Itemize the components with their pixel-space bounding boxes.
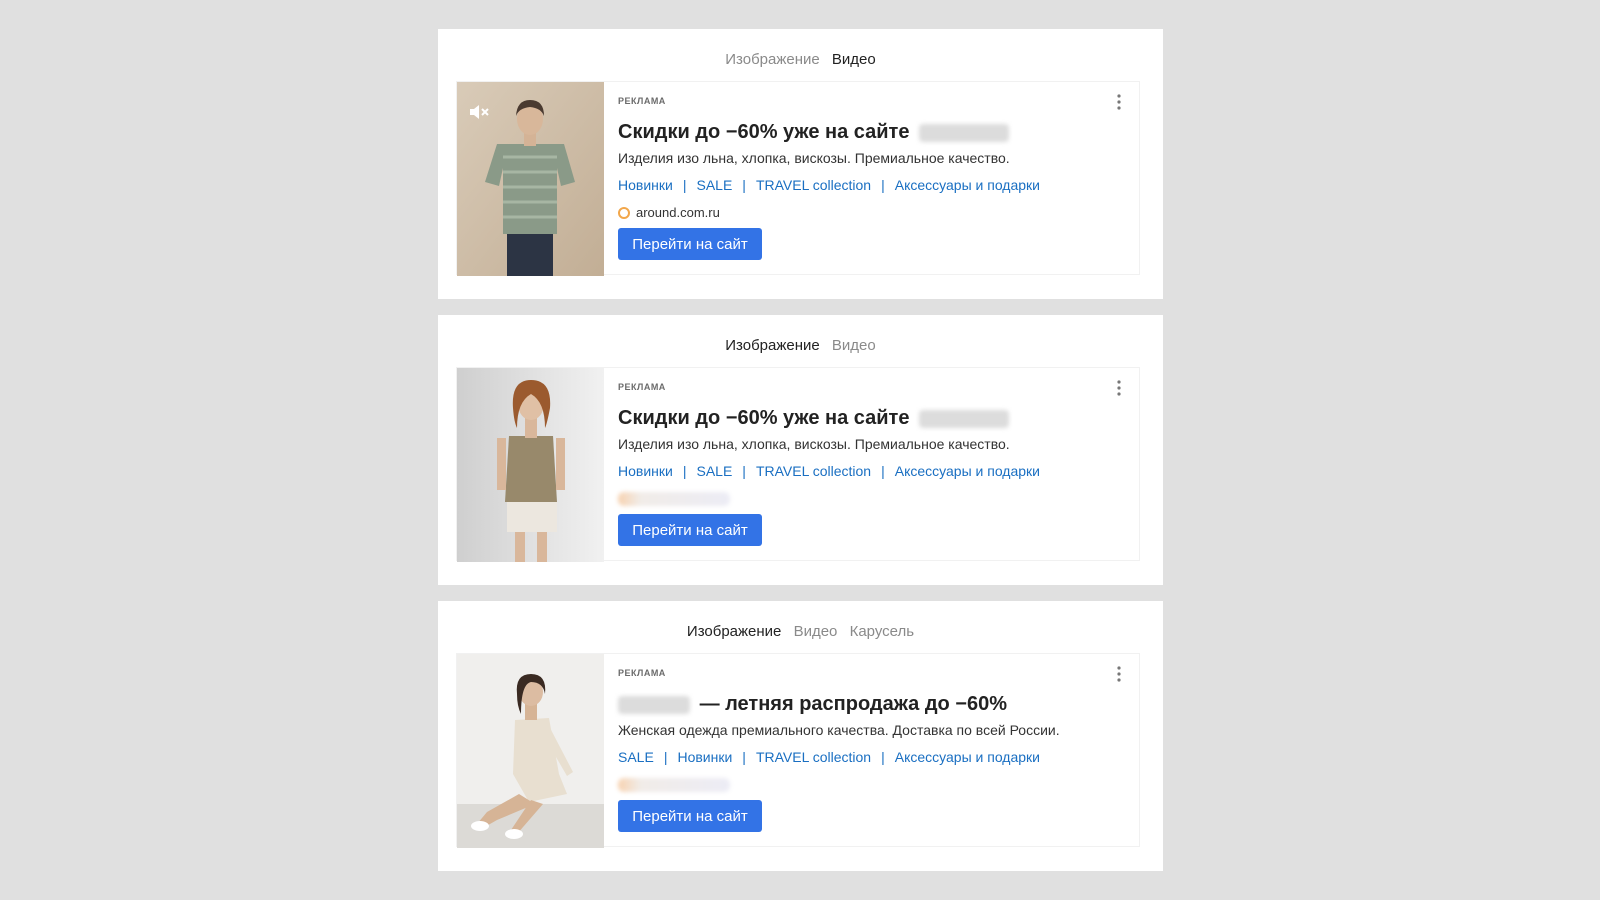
model-photo-sitting (457, 654, 604, 848)
format-tabs: Изображение Видео Карусель (438, 620, 1163, 644)
sitelink-separator: | (663, 749, 668, 765)
format-tabs: Изображение Видео (438, 334, 1163, 358)
tab-video[interactable]: Видео (832, 334, 876, 358)
blurred-brand-name (919, 123, 1010, 142)
go-to-site-button[interactable]: Перейти на сайт (618, 514, 762, 546)
sitelink-separator: | (742, 749, 746, 765)
ad-image[interactable] (457, 654, 604, 848)
sitelink-travel[interactable]: TRAVEL collection (756, 463, 871, 479)
tab-image[interactable]: Изображение (725, 48, 820, 72)
ad-label: РЕКЛАМА (618, 96, 666, 106)
sitelink-sale[interactable]: SALE (618, 749, 654, 765)
sitelink-new[interactable]: Новинки (618, 463, 673, 479)
sitelink-separator: | (881, 463, 885, 479)
sitelinks: Новинки | SALE | TRAVEL collection | Аксессуар… (618, 175, 1040, 195)
ad-label: РЕКЛАМА (618, 668, 666, 678)
format-tabs: Изображение Видео (438, 48, 1163, 72)
sitelink-sale[interactable]: SALE (696, 463, 732, 479)
more-vertical-icon[interactable] (1112, 378, 1126, 398)
ad-headline[interactable]: — летняя распродажа до −60% (618, 691, 1007, 717)
tab-image[interactable]: Изображение (687, 620, 782, 644)
headline-text: Скидки до −60% уже на сайте (618, 121, 910, 143)
tab-video[interactable]: Видео (794, 620, 838, 644)
ad-card: РЕКЛАМА Скидки до −60% уже на сайте Изде… (456, 367, 1140, 562)
headline-text: — летняя распродажа до −60% (699, 693, 1008, 715)
mute-icon[interactable] (467, 100, 491, 124)
more-vertical-icon[interactable] (1112, 92, 1126, 112)
sitelink-travel[interactable]: TRAVEL collection (756, 177, 871, 193)
sitelink-separator: | (682, 177, 687, 193)
ad-content: РЕКЛАМА Скидки до −60% уже на сайте Изде… (618, 82, 1128, 276)
blurred-brand-name (618, 695, 690, 714)
ad-description: Женская одежда премиального качества. До… (618, 722, 1060, 738)
go-to-site-button[interactable]: Перейти на сайт (618, 800, 762, 832)
ad-label: РЕКЛАМА (618, 382, 666, 392)
sitelink-separator: | (682, 463, 687, 479)
tab-video[interactable]: Видео (832, 48, 876, 72)
favicon-icon (618, 207, 630, 219)
ad-description: Изделия изо льна, хлопка, вискозы. Преми… (618, 436, 1010, 452)
sitelink-accessories[interactable]: Аксессуары и подарки (895, 463, 1040, 479)
sitelink-sale[interactable]: SALE (696, 177, 732, 193)
domain-text: around.com.ru (636, 205, 720, 220)
ad-video-thumbnail[interactable] (457, 82, 604, 276)
tab-carousel[interactable]: Карусель (850, 620, 915, 644)
more-vertical-icon[interactable] (1112, 664, 1126, 684)
sitelinks: Новинки | SALE | TRAVEL collection | Аксессуар… (618, 461, 1040, 481)
ad-card: РЕКЛАМА Скидки до −60% уже на сайте Изде… (456, 81, 1140, 276)
blurred-domain[interactable] (618, 492, 730, 506)
sitelink-separator: | (742, 177, 746, 193)
sitelink-separator: | (881, 749, 885, 765)
ad-preview-panel-image-carousel: Изображение Видео Карусель РЕКЛАМА — лет… (438, 601, 1163, 871)
sitelink-new[interactable]: Новинки (618, 177, 673, 193)
ad-preview-panel-image: Изображение Видео РЕКЛАМА Скидки до −60%… (438, 315, 1163, 585)
blurred-domain[interactable] (618, 778, 730, 792)
ad-domain[interactable]: around.com.ru (618, 203, 720, 223)
tab-image[interactable]: Изображение (725, 334, 820, 358)
headline-text: Скидки до −60% уже на сайте (618, 407, 910, 429)
sitelink-accessories[interactable]: Аксессуары и подарки (895, 749, 1040, 765)
ad-headline[interactable]: Скидки до −60% уже на сайте (618, 119, 1010, 145)
ad-image[interactable] (457, 368, 604, 562)
ad-card: РЕКЛАМА — летняя распродажа до −60% Женс… (456, 653, 1140, 848)
sitelink-new[interactable]: Новинки (677, 749, 732, 765)
sitelink-travel[interactable]: TRAVEL collection (756, 749, 871, 765)
sitelink-separator: | (881, 177, 885, 193)
blurred-brand-name (919, 409, 1010, 428)
sitelink-accessories[interactable]: Аксессуары и подарки (895, 177, 1040, 193)
model-photo-tank-top (457, 368, 604, 562)
ad-description: Изделия изо льна, хлопка, вискозы. Преми… (618, 150, 1010, 166)
ad-headline[interactable]: Скидки до −60% уже на сайте (618, 405, 1010, 431)
go-to-site-button[interactable]: Перейти на сайт (618, 228, 762, 260)
sitelinks: SALE | Новинки | TRAVEL collection | Аксессуар… (618, 747, 1040, 767)
sitelink-separator: | (742, 463, 746, 479)
ad-preview-panel-video: Изображение Видео РЕКЛАМА Скидки до −60%… (438, 29, 1163, 299)
ad-content: РЕКЛАМА — летняя распродажа до −60% Женс… (618, 654, 1128, 848)
ad-content: РЕКЛАМА Скидки до −60% уже на сайте Изде… (618, 368, 1128, 562)
